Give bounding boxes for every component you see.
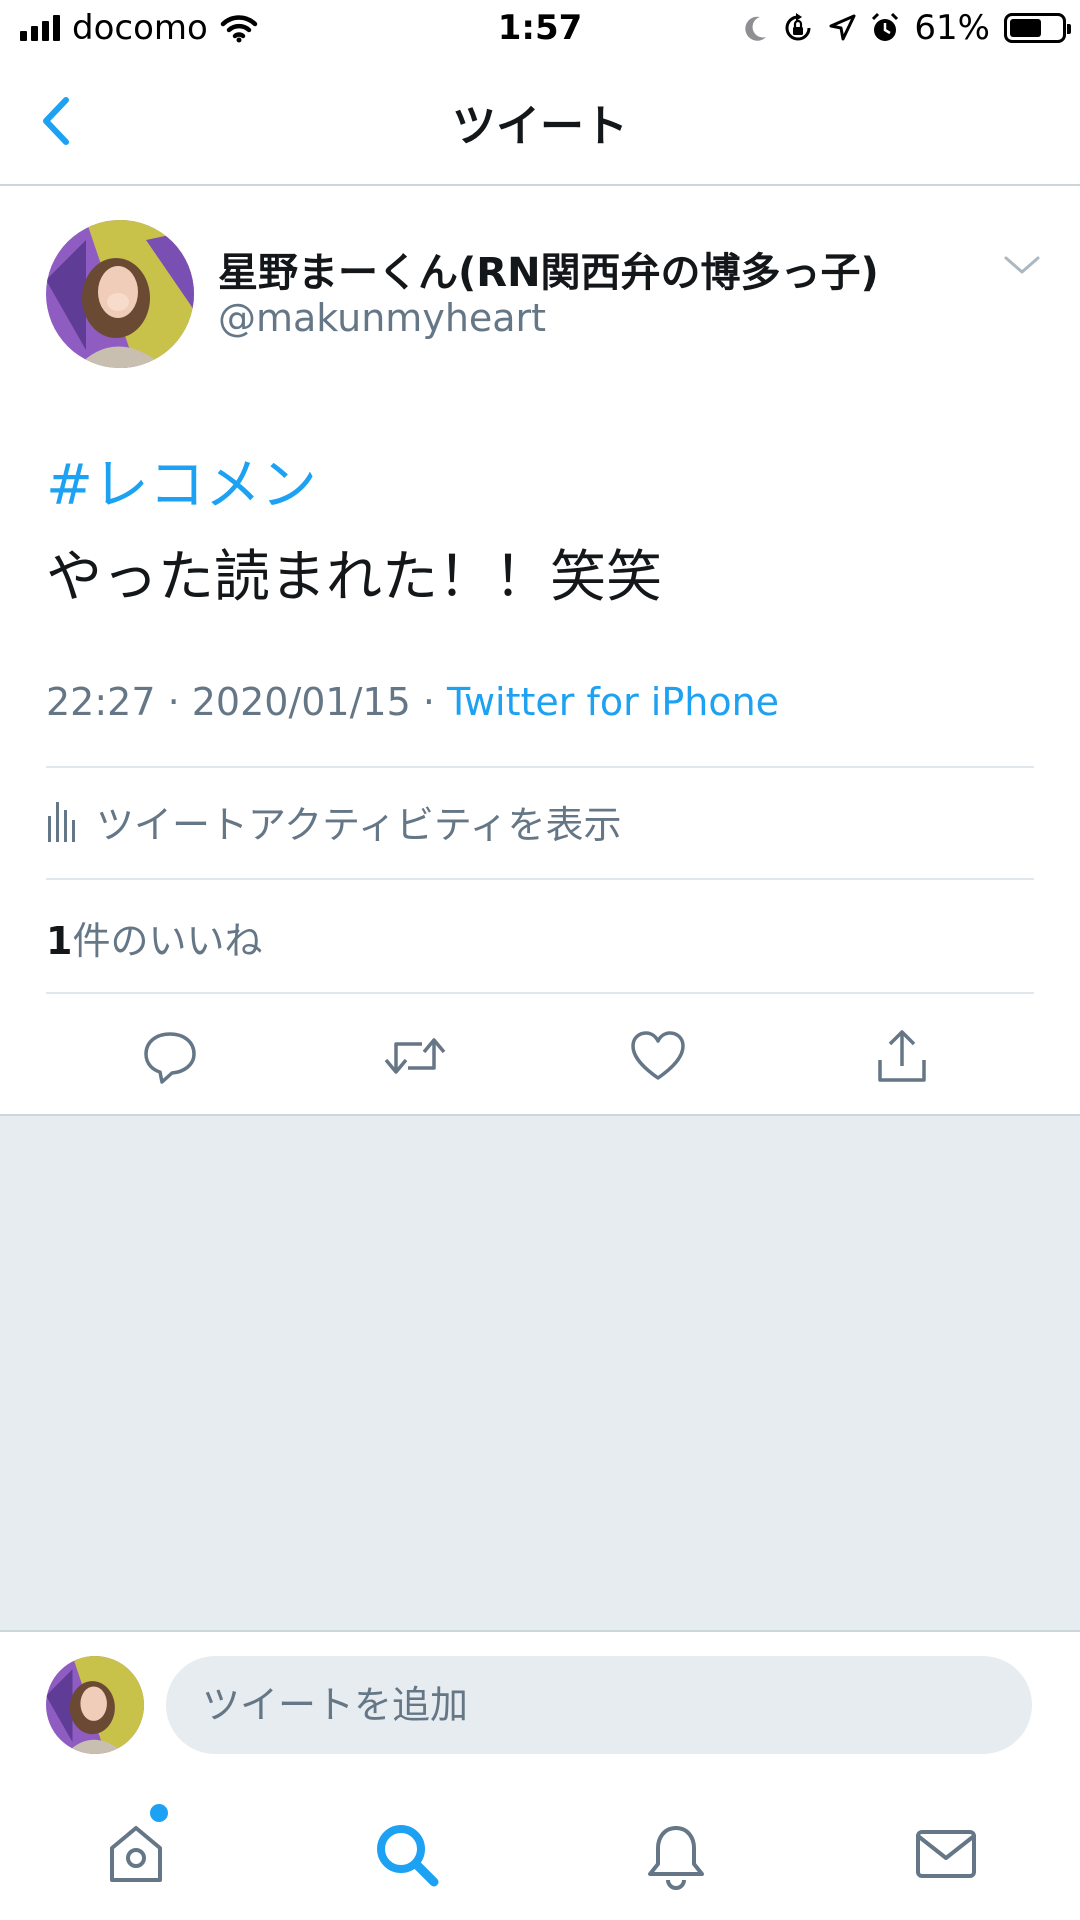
avatar-image <box>46 1656 144 1754</box>
reply-input[interactable] <box>166 1656 1032 1754</box>
author-handle[interactable]: @makunmyheart <box>218 296 546 340</box>
status-right: 61% <box>740 8 1071 48</box>
retweet-icon <box>384 1038 446 1074</box>
divider <box>46 992 1034 994</box>
battery-icon <box>1004 13 1071 43</box>
tweet-activity-label: ツイートアクティビティを表示 <box>96 802 622 847</box>
heart-icon <box>631 1031 685 1080</box>
avatar-image <box>46 220 194 368</box>
author-avatar[interactable] <box>46 220 194 368</box>
activity-icon <box>48 802 75 842</box>
status-bar: docomo 1:57 61% <box>0 0 1080 60</box>
location-icon <box>829 14 856 41</box>
tweet-source-link[interactable]: Twitter for iPhone <box>447 680 779 724</box>
moon-icon <box>745 16 767 41</box>
alarm-icon <box>872 12 899 41</box>
tweet-timestamp: 22:27 · 2020/01/15 · <box>46 680 448 724</box>
share-button[interactable] <box>872 1026 932 1086</box>
divider <box>46 878 1034 880</box>
battery-fill <box>1010 19 1041 37</box>
tab-notifications[interactable] <box>640 1818 712 1890</box>
empty-replies-area <box>0 1114 1080 1632</box>
mail-icon <box>916 1830 976 1878</box>
share-icon <box>878 1030 926 1082</box>
reply-icon <box>144 1032 196 1084</box>
tweet-options-button[interactable] <box>1000 250 1044 280</box>
page-title: ツイート <box>452 101 628 152</box>
unread-dot <box>150 1804 168 1822</box>
tweet-meta: 22:27 · 2020/01/15 · Twitter for iPhone <box>46 680 779 724</box>
bell-icon <box>648 1826 704 1890</box>
reply-button[interactable] <box>140 1026 200 1086</box>
retweet-button[interactable] <box>382 1026 446 1086</box>
tab-home[interactable] <box>100 1818 172 1890</box>
likes-count: 1 <box>46 919 73 963</box>
divider <box>46 766 1034 768</box>
like-button[interactable] <box>628 1026 688 1086</box>
likes-label: 件のいいね <box>72 919 263 963</box>
tweet-actions <box>0 1020 1080 1090</box>
search-icon <box>377 1825 439 1887</box>
tweet-activity-button[interactable]: ツイートアクティビティを表示 <box>46 786 622 856</box>
tab-search[interactable] <box>370 1818 442 1890</box>
hashtag-link[interactable]: #レコメン <box>46 440 317 521</box>
chevron-down-icon <box>1004 256 1040 274</box>
battery-percent: 61% <box>914 8 990 48</box>
nav-bar: ツイート <box>0 60 1080 186</box>
author-name[interactable]: 星野まーくん(RN関西弁の博多っ子) <box>218 240 879 298</box>
user-avatar[interactable] <box>46 1656 144 1754</box>
tweet-text: やった読まれた！！笑笑 <box>46 545 662 610</box>
tab-messages[interactable] <box>910 1818 982 1890</box>
home-icon <box>110 1826 162 1882</box>
rotation-lock-icon <box>785 13 811 41</box>
likes-count-link[interactable]: 1件のいいね <box>46 910 262 965</box>
